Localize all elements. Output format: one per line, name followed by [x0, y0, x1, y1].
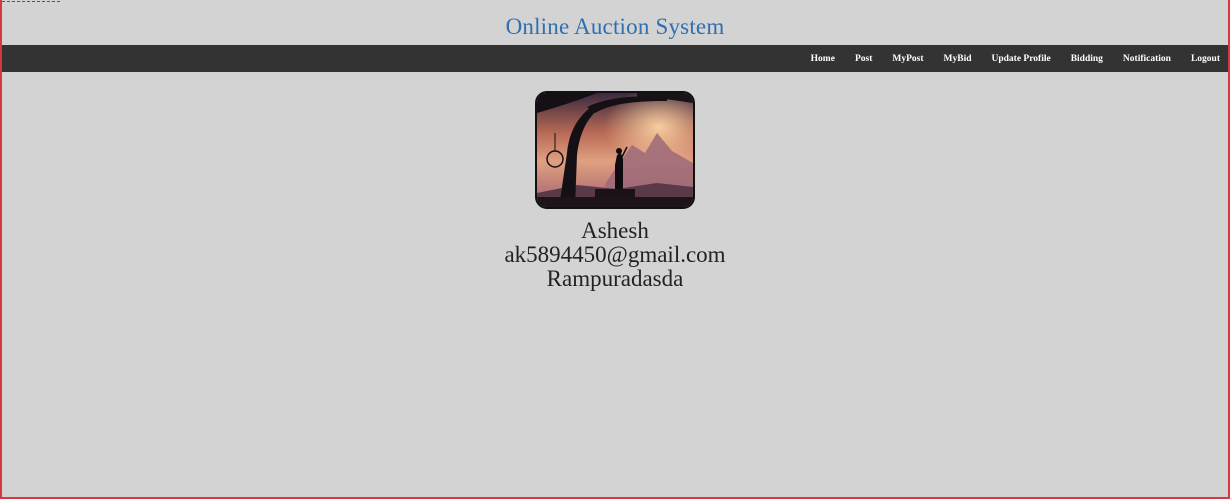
nav-list: Home Post MyPost MyBid Update Profile Bi… [801, 45, 1220, 72]
nav-post[interactable]: Post [845, 54, 882, 64]
profile-card: Ashesh ak5894450@gmail.com Rampuradasda [0, 91, 1230, 291]
nav-mybid[interactable]: MyBid [934, 54, 982, 64]
nav-mypost[interactable]: MyPost [882, 54, 933, 64]
navbar: Home Post MyPost MyBid Update Profile Bi… [2, 45, 1228, 72]
nav-logout[interactable]: Logout [1181, 54, 1220, 64]
profile-name: Ashesh [581, 218, 649, 243]
nav-update-profile[interactable]: Update Profile [982, 54, 1061, 64]
profile-address: Rampuradasda [546, 266, 684, 291]
site-title: Online Auction System [505, 14, 725, 39]
nav-home[interactable]: Home [801, 54, 845, 64]
truncated-corner-text [2, 0, 62, 3]
profile-email: ak5894450@gmail.com [504, 242, 726, 267]
profile-photo [535, 91, 695, 209]
nav-notification[interactable]: Notification [1113, 54, 1181, 64]
nav-bidding[interactable]: Bidding [1061, 54, 1113, 64]
